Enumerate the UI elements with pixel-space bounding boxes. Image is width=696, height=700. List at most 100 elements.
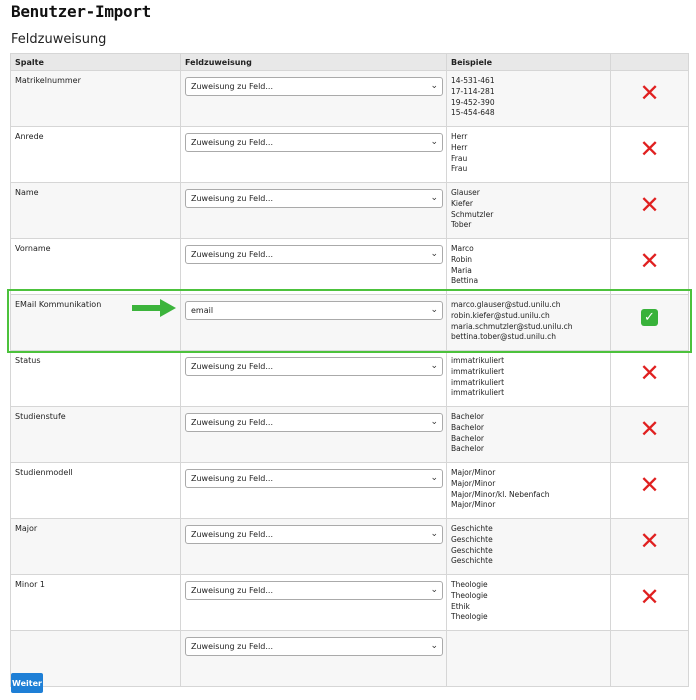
examples-cell: Theologie Theologie Ethik Theologie: [446, 574, 611, 631]
chevron-down-icon: ⌄: [430, 305, 438, 315]
cross-mark-icon: ✕: [639, 79, 660, 107]
select-value: Zuweisung zu Feld...: [191, 82, 273, 91]
example-value: maria.schmutzler@stud.unilu.ch: [451, 321, 573, 331]
cross-mark-icon: ✕: [639, 527, 660, 555]
table-header-row: Spalte Feldzuweisung Beispiele: [10, 53, 689, 71]
page-title: Benutzer-Import: [11, 2, 151, 21]
table-row: Status Zuweisung zu Feld... ⌄ immatrikulier…: [10, 350, 689, 407]
example-value: Geschichte: [451, 534, 493, 544]
examples-cell: immatrikuliert immatrikuliert immatrikulie…: [446, 350, 611, 407]
assignment-cell: Zuweisung zu Feld... ⌄: [180, 518, 447, 575]
column-name: Major: [10, 518, 181, 575]
field-assignment-select[interactable]: Zuweisung zu Feld... ⌄: [185, 77, 443, 96]
select-value: Zuweisung zu Feld...: [191, 250, 273, 259]
table-row: Zuweisung zu Feld... ⌄: [10, 630, 689, 687]
example-value: Theologie: [451, 580, 488, 589]
examples-cell: Geschichte Geschichte Geschichte Geschichte: [446, 518, 611, 575]
example-value: 14-531-461: [451, 76, 495, 85]
column-name: Vorname: [10, 238, 181, 295]
select-value: Zuweisung zu Feld...: [191, 474, 273, 483]
example-value: Marco: [451, 244, 474, 253]
chevron-down-icon: ⌄: [430, 641, 438, 651]
field-assignment-select[interactable]: Zuweisung zu Feld... ⌄: [185, 581, 443, 600]
examples-cell: Glauser Kiefer Schmutzler Tober: [446, 182, 611, 239]
example-value: Ethik: [451, 601, 470, 611]
assignment-cell: Zuweisung zu Feld... ⌄: [180, 350, 447, 407]
example-value: Theologie: [451, 590, 488, 600]
field-assignment-select[interactable]: Zuweisung zu Feld... ⌄: [185, 637, 443, 656]
status-cell: ✕: [610, 574, 689, 631]
assignment-cell: email ⌄: [180, 294, 447, 351]
table-row: Studienstufe Zuweisung zu Feld... ⌄ Bachelo…: [10, 406, 689, 463]
cross-mark-icon: ✕: [639, 191, 660, 219]
column-name: Matrikelnummer: [10, 70, 181, 127]
assignment-cell: Zuweisung zu Feld... ⌄: [180, 462, 447, 519]
example-value: Bettina: [451, 276, 479, 286]
section-title: Feldzuweisung: [11, 32, 107, 47]
column-name: Minor 1: [10, 574, 181, 631]
chevron-down-icon: ⌄: [430, 417, 438, 427]
example-value: immatrikuliert: [451, 366, 505, 376]
assignment-cell: Zuweisung zu Feld... ⌄: [180, 574, 447, 631]
assignment-cell: Zuweisung zu Feld... ⌄: [180, 630, 447, 687]
example-value: Major/Minor: [451, 500, 496, 510]
field-assignment-select[interactable]: Zuweisung zu Feld... ⌄: [185, 189, 443, 208]
select-value: Zuweisung zu Feld...: [191, 642, 273, 651]
header-examples: Beispiele: [446, 53, 611, 71]
field-assignment-select[interactable]: Zuweisung zu Feld... ⌄: [185, 245, 443, 264]
column-name: Anrede: [10, 126, 181, 183]
cross-mark-icon: ✕: [639, 471, 660, 499]
select-value: Zuweisung zu Feld...: [191, 194, 273, 203]
example-value: Geschichte: [451, 556, 493, 566]
next-button[interactable]: Weiter: [11, 673, 43, 693]
example-value: Frau: [451, 164, 468, 174]
field-mapping-table: Spalte Feldzuweisung Beispiele Matrikeln…: [10, 53, 689, 687]
example-value: Glauser: [451, 188, 480, 197]
column-name: Studienstufe: [10, 406, 181, 463]
example-value: Frau: [451, 153, 468, 163]
example-value: Bachelor: [451, 422, 484, 432]
select-value: Zuweisung zu Feld...: [191, 138, 273, 147]
example-value: Bachelor: [451, 412, 484, 421]
cross-mark-icon: ✕: [639, 135, 660, 163]
example-value: Herr: [451, 132, 468, 141]
assignment-cell: Zuweisung zu Feld... ⌄: [180, 406, 447, 463]
examples-cell: 14-531-461 17-114-281 19-452-390 15-454-648: [446, 70, 611, 127]
example-value: Bachelor: [451, 433, 484, 443]
field-assignment-select[interactable]: Zuweisung zu Feld... ⌄: [185, 413, 443, 432]
example-value: immatrikuliert: [451, 377, 505, 387]
chevron-down-icon: ⌄: [430, 137, 438, 147]
field-assignment-select[interactable]: Zuweisung zu Feld... ⌄: [185, 133, 443, 152]
status-cell: ✕: [610, 70, 689, 127]
example-value: Major/Minor: [451, 468, 496, 477]
table-row: Name Zuweisung zu Feld... ⌄ Glauser Kiefer Sc…: [10, 182, 689, 239]
status-cell: ✕: [610, 238, 689, 295]
select-value: Zuweisung zu Feld...: [191, 418, 273, 427]
example-value: Herr: [451, 142, 468, 152]
example-value: 15-454-648: [451, 108, 495, 118]
select-value: Zuweisung zu Feld...: [191, 586, 273, 595]
select-value: email: [191, 306, 214, 315]
example-value: bettina.tober@stud.unilu.ch: [451, 332, 556, 342]
status-cell: ✕: [610, 518, 689, 575]
example-value: Kiefer: [451, 198, 473, 208]
field-assignment-select[interactable]: Zuweisung zu Feld... ⌄: [185, 525, 443, 544]
assignment-cell: Zuweisung zu Feld... ⌄: [180, 182, 447, 239]
example-value: marco.glauser@stud.unilu.ch: [451, 300, 561, 309]
field-assignment-select[interactable]: email ⌄: [185, 301, 443, 320]
assignment-cell: Zuweisung zu Feld... ⌄: [180, 126, 447, 183]
header-status: [610, 53, 689, 71]
field-assignment-select[interactable]: Zuweisung zu Feld... ⌄: [185, 357, 443, 376]
select-value: Zuweisung zu Feld...: [191, 530, 273, 539]
example-value: Schmutzler: [451, 209, 494, 219]
assignment-cell: Zuweisung zu Feld... ⌄: [180, 238, 447, 295]
field-assignment-select[interactable]: Zuweisung zu Feld... ⌄: [185, 469, 443, 488]
table-row: Studienmodell Zuweisung zu Feld... ⌄ Major/…: [10, 462, 689, 519]
example-value: 19-452-390: [451, 97, 495, 107]
header-assignment: Feldzuweisung: [180, 53, 447, 71]
status-cell: ✕: [610, 182, 689, 239]
status-cell: ✕: [610, 126, 689, 183]
header-column: Spalte: [10, 53, 181, 71]
cross-mark-icon: ✕: [639, 359, 660, 387]
column-name: Name: [10, 182, 181, 239]
